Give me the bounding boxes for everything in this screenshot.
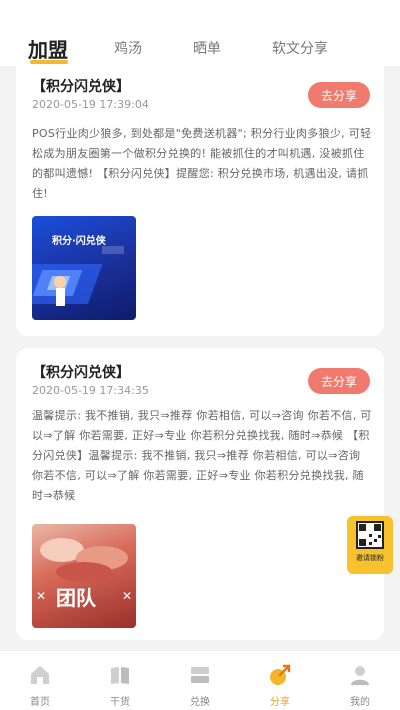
- post-image[interactable]: 积分·闪兑侠: [32, 216, 136, 320]
- nav-item-home[interactable]: 首页: [0, 651, 80, 710]
- post-body: POS行业肉少狼多, 到处都是"免费送机器"; 积分行业肉多狼少, 可轻松成为朋…: [32, 127, 372, 200]
- exchange-icon: [191, 667, 209, 683]
- post-body: 温馨提示: 我不推销, 我只⇒推荐 你若相信, 可以⇒咨询 你若不信, 可以⇒了…: [32, 409, 372, 502]
- post-title: 【积分闪兑侠】: [32, 79, 130, 95]
- share-button[interactable]: 去分享: [308, 82, 370, 108]
- post-time: 2020-05-19 17:39:04: [32, 98, 149, 111]
- post-card: 【积分闪兑侠】 2020-05-19 17:34:35 去分享 温馨提示: 我不…: [16, 348, 384, 640]
- nav-label: 首页: [30, 697, 50, 708]
- nav-label: 分享: [270, 697, 290, 708]
- invite-label: 邀请锁粉: [356, 554, 384, 562]
- post-title: 【积分闪兑侠】: [32, 365, 130, 381]
- share-icon: [270, 664, 291, 685]
- svg-text:✕: ✕: [122, 589, 132, 603]
- post-image[interactable]: ✕ ✕ 团队: [32, 524, 136, 628]
- nav-label: 兑换: [190, 697, 210, 708]
- invite-qr-button[interactable]: 邀请锁粉: [347, 516, 393, 574]
- nav-item-dry-goods[interactable]: 干货: [80, 651, 160, 710]
- nav-label: 干货: [110, 697, 130, 708]
- image-caption: 团队: [56, 586, 96, 610]
- bottom-nav: 首页 干货 兑换 分享 我的: [0, 650, 400, 710]
- share-button[interactable]: 去分享: [308, 368, 370, 394]
- post-card: 【积分闪兑侠】 2020-05-19 17:39:04 去分享 POS行业肉少狼…: [16, 66, 384, 336]
- nav-label: 我的: [350, 697, 370, 708]
- tab-join[interactable]: 加盟: [28, 34, 68, 63]
- top-tab-bar: 加盟 鸡汤 晒单 软文分享: [0, 0, 400, 66]
- nav-item-exchange[interactable]: 兑换: [160, 651, 240, 710]
- nav-item-share[interactable]: 分享: [240, 651, 320, 710]
- image-caption: 积分·闪兑侠: [52, 236, 106, 247]
- tab-chicken-soup[interactable]: 鸡汤: [114, 38, 142, 58]
- tab-show-orders[interactable]: 晒单: [193, 38, 221, 58]
- post-feed[interactable]: 【积分闪兑侠】 2020-05-19 17:39:04 去分享 POS行业肉少狼…: [0, 66, 400, 650]
- home-icon: [31, 666, 49, 684]
- qr-code-icon: [356, 521, 384, 549]
- svg-text:✕: ✕: [36, 589, 46, 603]
- active-tab-indicator: [30, 60, 68, 64]
- post-time: 2020-05-19 17:34:35: [32, 384, 149, 397]
- book-icon: [111, 667, 129, 684]
- nav-item-profile[interactable]: 我的: [320, 651, 400, 710]
- profile-icon: [351, 666, 369, 685]
- tab-article-share[interactable]: 软文分享: [272, 38, 328, 58]
- team-hands-illustration: ✕ ✕: [36, 538, 132, 603]
